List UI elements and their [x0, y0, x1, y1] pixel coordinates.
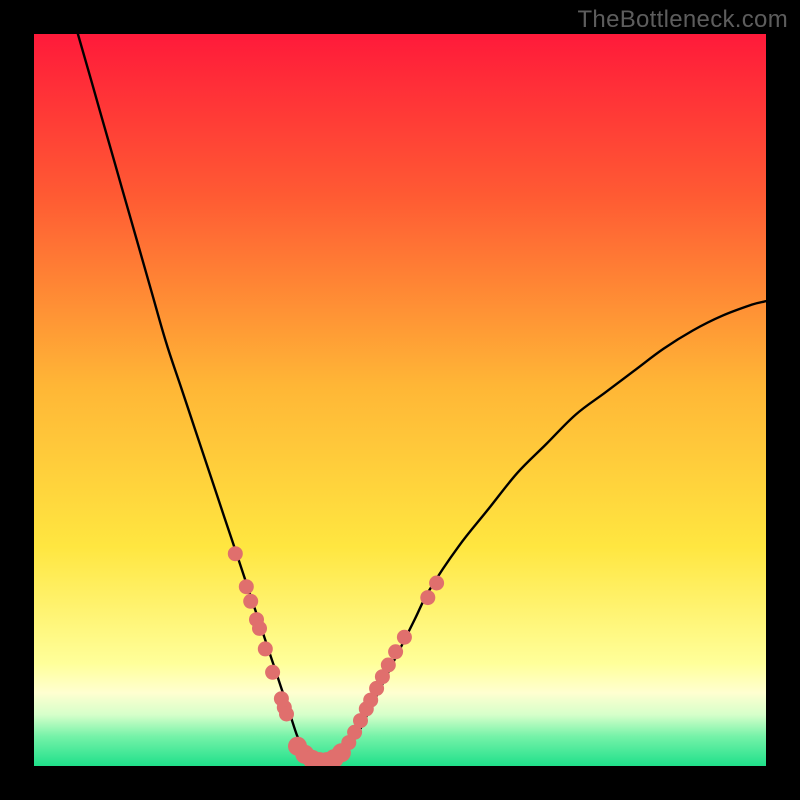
bottleneck-curve [78, 34, 766, 763]
data-dot [332, 743, 351, 762]
data-dot [429, 576, 444, 591]
watermark-text: TheBottleneck.com [577, 6, 788, 34]
plot-area [34, 34, 766, 766]
data-dot [252, 621, 267, 636]
data-dot [243, 594, 258, 609]
data-dot [420, 590, 435, 605]
data-dot [239, 579, 254, 594]
chart-frame: TheBottleneck.com [0, 0, 800, 800]
data-dot [279, 707, 294, 722]
data-dot [388, 644, 403, 659]
data-dot [265, 665, 280, 680]
data-dot [397, 630, 412, 645]
data-dot [381, 658, 396, 673]
data-dot [258, 641, 273, 656]
curve-layer [34, 34, 766, 766]
data-dots [228, 546, 444, 766]
data-dot [228, 546, 243, 561]
